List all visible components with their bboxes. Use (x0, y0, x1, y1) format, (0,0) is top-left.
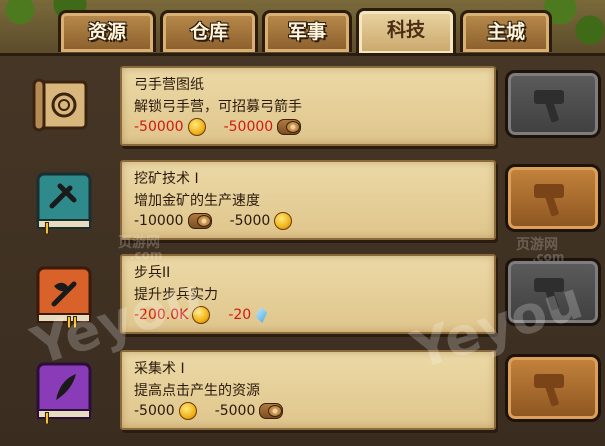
tab-military[interactable]: 军事 (262, 10, 352, 52)
item-description: 解锁弓手营，可招募弓箭手 (134, 99, 302, 115)
item-description: 提升步兵实力 (134, 287, 218, 303)
level-badge: I (44, 409, 50, 426)
log-icon (277, 119, 302, 135)
level-badge: II (66, 313, 78, 330)
coin-icon (178, 402, 197, 420)
item-card: 弓手营图纸 解锁弓手营，可招募弓箭手 -50000 -50000 (120, 66, 496, 146)
list-item: 弓手营图纸 解锁弓手营，可招募弓箭手 -50000 -50000 (0, 62, 605, 154)
item-cost: -10000 -5000 (134, 212, 293, 230)
tab-main-city[interactable]: 主城 (460, 10, 552, 52)
list-item: II 步兵II 提升步兵实力 -200.0K -20 (0, 250, 605, 342)
item-title: 弓手营图纸 (134, 77, 204, 93)
item-cost: -5000 -5000 (134, 402, 284, 420)
hammer-icon (530, 86, 576, 123)
item-title: 采集术 I (134, 361, 185, 377)
item-card: 采集术 I 提高点击产生的资源 -5000 -5000 (120, 350, 496, 430)
cost-value: -50000 (134, 119, 184, 135)
list-item: I 采集术 I 提高点击产生的资源 -5000 -5000 (0, 346, 605, 438)
cost-value: -5000 (214, 403, 256, 419)
item-cost: -200.0K -20 (134, 306, 268, 324)
cost-value: -50000 (223, 119, 274, 135)
item-cost: -50000 -50000 (134, 118, 302, 136)
item-description: 增加金矿的生产速度 (134, 193, 260, 209)
research-button-disabled[interactable] (505, 258, 601, 326)
coin-icon (274, 212, 293, 230)
axe-book-icon: II (36, 266, 92, 330)
log-icon (187, 213, 212, 229)
item-title: 挖矿技术 I (134, 171, 199, 187)
item-description: 提高点击产生的资源 (134, 383, 260, 399)
cost-value: -5000 (229, 213, 271, 229)
tech-list-panel: 弓手营图纸 解锁弓手营，可招募弓箭手 -50000 -50000 I 挖矿技术 … (0, 53, 605, 446)
gem-icon (255, 307, 268, 323)
tab-technology[interactable]: 科技 (356, 8, 456, 54)
tab-warehouse[interactable]: 仓库 (160, 10, 258, 52)
research-button[interactable] (505, 164, 601, 232)
feather-book-icon: I (36, 362, 92, 426)
item-card: 步兵II 提升步兵实力 -200.0K -20 (120, 254, 496, 334)
hammer-icon (530, 370, 576, 407)
coin-icon (187, 118, 206, 136)
scroll-icon (32, 78, 88, 132)
cost-value: -5000 (134, 403, 175, 419)
cost-value: -20 (228, 307, 252, 323)
hammer-icon (530, 180, 576, 217)
hammer-icon (530, 274, 576, 311)
cost-value: -200.0K (134, 307, 189, 323)
tab-resources[interactable]: 资源 (58, 10, 156, 52)
list-item: I 挖矿技术 I 增加金矿的生产速度 -10000 -5000 (0, 156, 605, 248)
research-button[interactable] (505, 354, 601, 422)
pickaxe-book-icon: I (36, 172, 92, 236)
coin-icon (192, 306, 211, 324)
cost-value: -10000 (134, 213, 184, 229)
log-icon (259, 403, 284, 419)
research-button-disabled[interactable] (505, 70, 601, 138)
level-badge: I (44, 219, 50, 236)
item-card: 挖矿技术 I 增加金矿的生产速度 -10000 -5000 (120, 160, 496, 240)
tab-bar: 资源 仓库 军事 科技 主城 (0, 8, 605, 54)
item-title: 步兵II (134, 265, 171, 281)
